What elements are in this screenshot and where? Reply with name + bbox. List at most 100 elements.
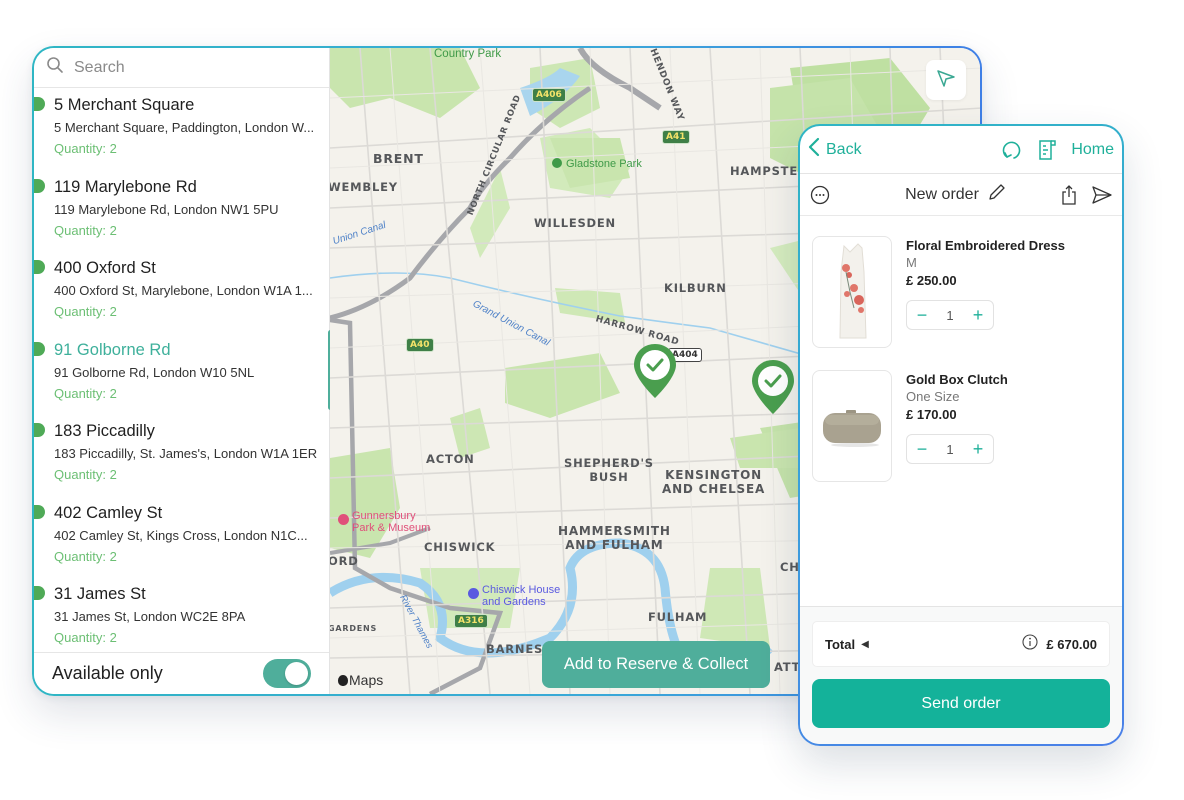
send-quick-button[interactable] <box>1092 185 1112 204</box>
send-order-button[interactable]: Send order <box>812 679 1110 728</box>
product-name: Gold Box Clutch <box>906 372 1008 387</box>
locate-me-button[interactable] <box>926 60 966 100</box>
store-name: 402 Camley St <box>54 503 163 522</box>
total-amount: £ 670.00 <box>1046 636 1097 652</box>
store-list: 5 Merchant Square 5 Merchant Square, Pad… <box>34 88 329 652</box>
store-list-item-selected[interactable]: 91 Golborne Rd 91 Golborne Rd, London W1… <box>34 333 329 415</box>
quantity-stepper: − 1 + <box>906 300 994 330</box>
quantity-stepper: − 1 + <box>906 434 994 464</box>
home-button[interactable]: Home <box>1071 141 1114 159</box>
search-icon <box>46 56 64 79</box>
toggle-knob <box>285 662 308 685</box>
store-quantity: Quantity: 2 <box>54 385 117 401</box>
map-label-shepherds-bush: SHEPHERD'S BUSH <box>564 456 654 484</box>
store-quantity: Quantity: 2 <box>54 222 117 238</box>
order-title: New order <box>830 182 1060 207</box>
park-icon <box>552 158 562 168</box>
store-marker-icon <box>34 178 45 193</box>
info-icon[interactable] <box>1022 633 1038 655</box>
receipt-button[interactable] <box>1037 139 1057 161</box>
more-button[interactable] <box>810 185 830 205</box>
edit-title-button[interactable] <box>987 182 1007 207</box>
map-label-fulham: FULHAM <box>648 610 708 624</box>
map-label-chiswick-house: Chiswick House and Gardens <box>468 584 560 608</box>
product-price: £ 170.00 <box>906 407 957 422</box>
store-name: 91 Golborne Rd <box>54 340 171 359</box>
map-label-kensington-chelsea: KENSINGTON AND CHELSEA <box>662 468 766 496</box>
store-address: 5 Merchant Square, Paddington, London W.… <box>54 120 315 135</box>
clutch-image <box>823 410 881 447</box>
store-list-item[interactable]: 119 Marylebone Rd 119 Marylebone Rd, Lon… <box>34 170 329 252</box>
store-quantity: Quantity: 2 <box>54 630 117 645</box>
map-label-ord: ORD <box>330 554 359 568</box>
more-options-icon <box>810 185 830 204</box>
available-only-row: Available only <box>34 652 329 694</box>
map-pin-store-available[interactable] <box>750 358 796 416</box>
add-to-reserve-collect-button[interactable]: Add to Reserve & Collect <box>542 641 770 688</box>
map-label-hammersmith-fulham: HAMMERSMITH AND FULHAM <box>558 524 671 552</box>
store-name: 119 Marylebone Rd <box>54 177 197 196</box>
map-label-chiswick: CHISWICK <box>424 540 496 554</box>
store-list-item[interactable]: 183 Piccadilly 183 Piccadilly, St. James… <box>34 414 329 496</box>
map-pin-icon <box>634 344 676 398</box>
map-pin-store-available[interactable] <box>632 342 678 400</box>
road-shield-a40: A40 <box>406 338 434 352</box>
store-address: 31 James St, London WC2E 8PA <box>54 609 246 624</box>
store-list-item[interactable]: 402 Camley St 402 Camley St, Kings Cross… <box>34 496 329 578</box>
store-quantity: Quantity: 2 <box>54 304 117 319</box>
store-marker-icon <box>34 586 45 600</box>
store-quantity: Quantity: 2 <box>54 141 117 156</box>
store-list-item[interactable]: 5 Merchant Square 5 Merchant Square, Pad… <box>34 88 329 170</box>
store-marker-icon <box>34 341 45 356</box>
increment-button[interactable]: + <box>971 306 985 324</box>
share-button[interactable] <box>1060 184 1078 205</box>
available-only-label: Available only <box>52 663 163 683</box>
decrement-button[interactable]: − <box>915 440 929 458</box>
pencil-icon <box>989 184 1005 200</box>
road-shield-a41: A41 <box>662 130 690 144</box>
store-list-item[interactable]: 400 Oxford St 400 Oxford St, Marylebone,… <box>34 251 329 333</box>
back-button[interactable]: Back <box>808 137 862 162</box>
order-nav-bar: Back Home <box>800 126 1122 174</box>
increment-button[interactable]: + <box>971 440 985 458</box>
location-arrow-icon <box>936 68 956 93</box>
store-list-item[interactable]: 31 James St 31 James St, London WC2E 8PA… <box>34 577 329 652</box>
sync-button[interactable] <box>1001 139 1023 161</box>
product-info: Floral Embroidered Dress M £ 250.00 − 1 … <box>906 236 1065 370</box>
store-name: 5 Merchant Square <box>54 96 195 114</box>
store-address: 400 Oxford St, Marylebone, London W1A 1.… <box>54 283 313 298</box>
product-variant: One Size <box>906 389 960 404</box>
store-name: 400 Oxford St <box>54 259 156 277</box>
store-address: 119 Marylebone Rd, London NW1 5PU <box>54 201 279 217</box>
store-name: 183 Piccadilly <box>54 422 155 440</box>
store-quantity: Quantity: 2 <box>54 548 117 564</box>
product-name: Floral Embroidered Dress <box>906 238 1065 253</box>
order-total-row[interactable]: Total ◀ £ 670.00 <box>812 621 1110 667</box>
store-marker-icon <box>34 423 45 437</box>
map-label-kilburn: KILBURN <box>664 281 727 295</box>
dress-image <box>839 243 867 339</box>
search-bar <box>34 48 329 88</box>
available-only-toggle[interactable] <box>263 659 311 688</box>
apple-logo-icon <box>338 674 348 686</box>
map-pin-icon <box>752 360 794 414</box>
order-toolbar: New order <box>800 174 1122 216</box>
store-address: 91 Golborne Rd, London W10 5NL <box>54 364 255 380</box>
order-footer: Total ◀ £ 670.00 Send order <box>800 606 1122 744</box>
quantity-value: 1 <box>946 441 954 457</box>
map-label-acton: ACTON <box>426 452 475 466</box>
decrement-button[interactable]: − <box>915 306 929 324</box>
store-name: 31 James St <box>54 585 146 603</box>
map-label-gardens: GARDENS <box>330 624 378 633</box>
map-label-barnes: BARNES <box>486 642 544 656</box>
order-item: Floral Embroidered Dress M £ 250.00 − 1 … <box>800 236 1122 370</box>
order-panel-window: Back Home New order Floral Embroidered D… <box>798 124 1124 746</box>
order-item: Gold Box Clutch One Size £ 170.00 − 1 + <box>800 370 1122 504</box>
store-marker-icon <box>34 260 45 274</box>
search-input[interactable] <box>74 58 294 77</box>
map-label-brent: BRENT <box>373 151 424 166</box>
store-address: 402 Camley St, Kings Cross, London N1C..… <box>54 527 308 543</box>
museum-icon <box>338 514 349 525</box>
map-label-country-park: Country Park <box>434 48 502 60</box>
share-icon <box>1062 184 1076 205</box>
